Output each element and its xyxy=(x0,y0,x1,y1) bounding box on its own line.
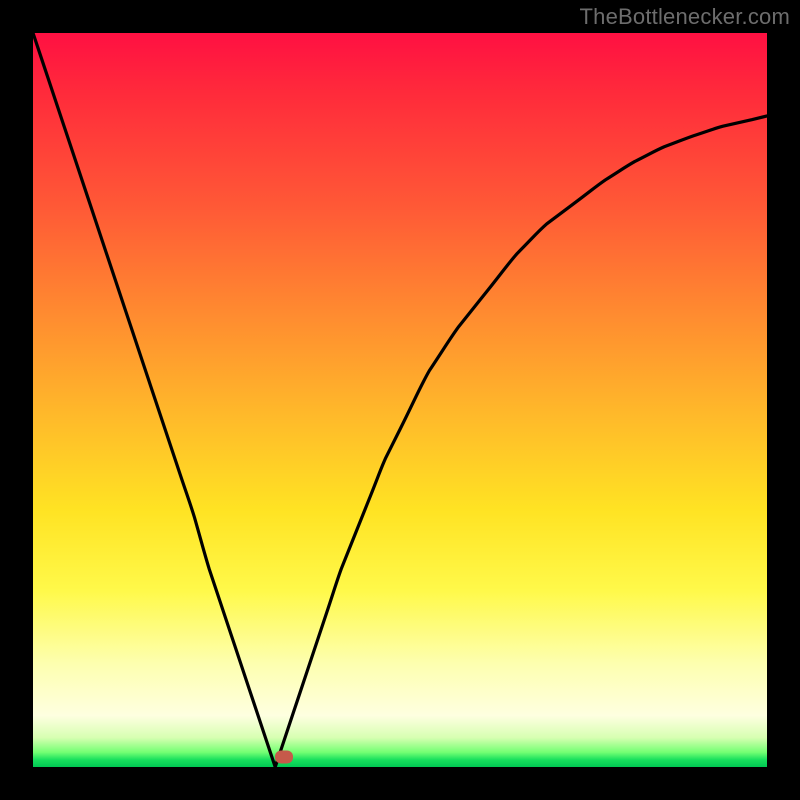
plot-area xyxy=(33,33,767,767)
optimum-marker xyxy=(275,750,293,763)
watermark-text: TheBottlenecker.com xyxy=(580,4,790,30)
chart-frame: TheBottlenecker.com xyxy=(0,0,800,800)
bottleneck-curve xyxy=(33,33,767,767)
